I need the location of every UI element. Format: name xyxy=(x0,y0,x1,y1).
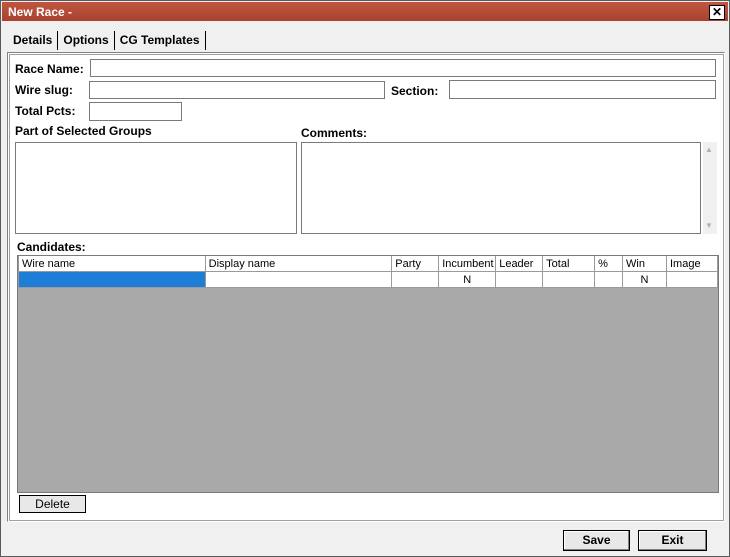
tab-cg-templates[interactable]: CG Templates xyxy=(115,31,206,50)
save-button[interactable]: Save xyxy=(563,530,630,551)
col-leader[interactable]: Leader xyxy=(495,256,544,272)
comments-label: Comments: xyxy=(301,126,368,140)
race-name-label: Race Name: xyxy=(15,62,84,76)
wire-slug-label: Wire slug: xyxy=(15,83,73,97)
cell-image[interactable] xyxy=(665,271,719,288)
tab-details[interactable]: Details xyxy=(9,31,59,50)
col-incumbent[interactable]: Incumbent xyxy=(438,256,497,272)
close-icon[interactable]: ✕ xyxy=(709,5,725,20)
new-race-window: New Race - ✕ Details Options CG Template… xyxy=(0,0,730,557)
col-image[interactable]: Image xyxy=(665,256,719,272)
groups-list[interactable] xyxy=(15,142,297,234)
comments-textarea[interactable] xyxy=(301,142,701,234)
cell-incumbent[interactable]: N xyxy=(438,271,497,288)
col-percent[interactable]: % xyxy=(594,256,624,272)
table-row[interactable]: N N xyxy=(18,271,719,288)
section-input[interactable] xyxy=(449,80,716,99)
cell-party[interactable] xyxy=(391,271,440,288)
cell-wire-name[interactable] xyxy=(18,271,206,288)
cell-leader[interactable] xyxy=(495,271,544,288)
col-wire-name[interactable]: Wire name xyxy=(18,256,206,272)
exit-button[interactable]: Exit xyxy=(638,530,707,551)
groups-label: Part of Selected Groups xyxy=(15,124,152,138)
total-pcts-label: Total Pcts: xyxy=(15,104,76,118)
col-total[interactable]: Total xyxy=(542,256,596,272)
scroll-up-icon[interactable]: ▲ xyxy=(705,145,713,154)
section-label: Section: xyxy=(391,84,439,98)
delete-button[interactable]: Delete xyxy=(19,495,86,513)
col-display-name[interactable]: Display name xyxy=(204,256,393,272)
scroll-down-icon[interactable]: ▼ xyxy=(705,221,713,230)
race-name-input[interactable] xyxy=(90,59,716,77)
candidates-label: Candidates: xyxy=(17,240,86,254)
wire-slug-input[interactable] xyxy=(89,81,385,99)
cell-total[interactable] xyxy=(542,271,596,288)
title-bar: New Race - ✕ xyxy=(2,2,728,21)
tab-options[interactable]: Options xyxy=(58,31,115,50)
cell-percent[interactable] xyxy=(594,271,624,288)
tab-strip: Details Options CG Templates xyxy=(9,31,206,51)
table-header-row: Wire name Display name Party Incumbent L… xyxy=(18,256,719,272)
comments-scrollbar[interactable]: ▲ ▼ xyxy=(703,142,717,234)
candidates-table: Wire name Display name Party Incumbent L… xyxy=(18,256,719,288)
window-title: New Race - xyxy=(8,5,73,19)
candidates-grid[interactable]: Wire name Display name Party Incumbent L… xyxy=(17,255,719,493)
cell-win[interactable]: N xyxy=(622,271,667,288)
col-win[interactable]: Win xyxy=(622,256,667,272)
total-pcts-input[interactable] xyxy=(89,102,182,121)
col-party[interactable]: Party xyxy=(391,256,440,272)
cell-display-name[interactable] xyxy=(204,271,393,288)
